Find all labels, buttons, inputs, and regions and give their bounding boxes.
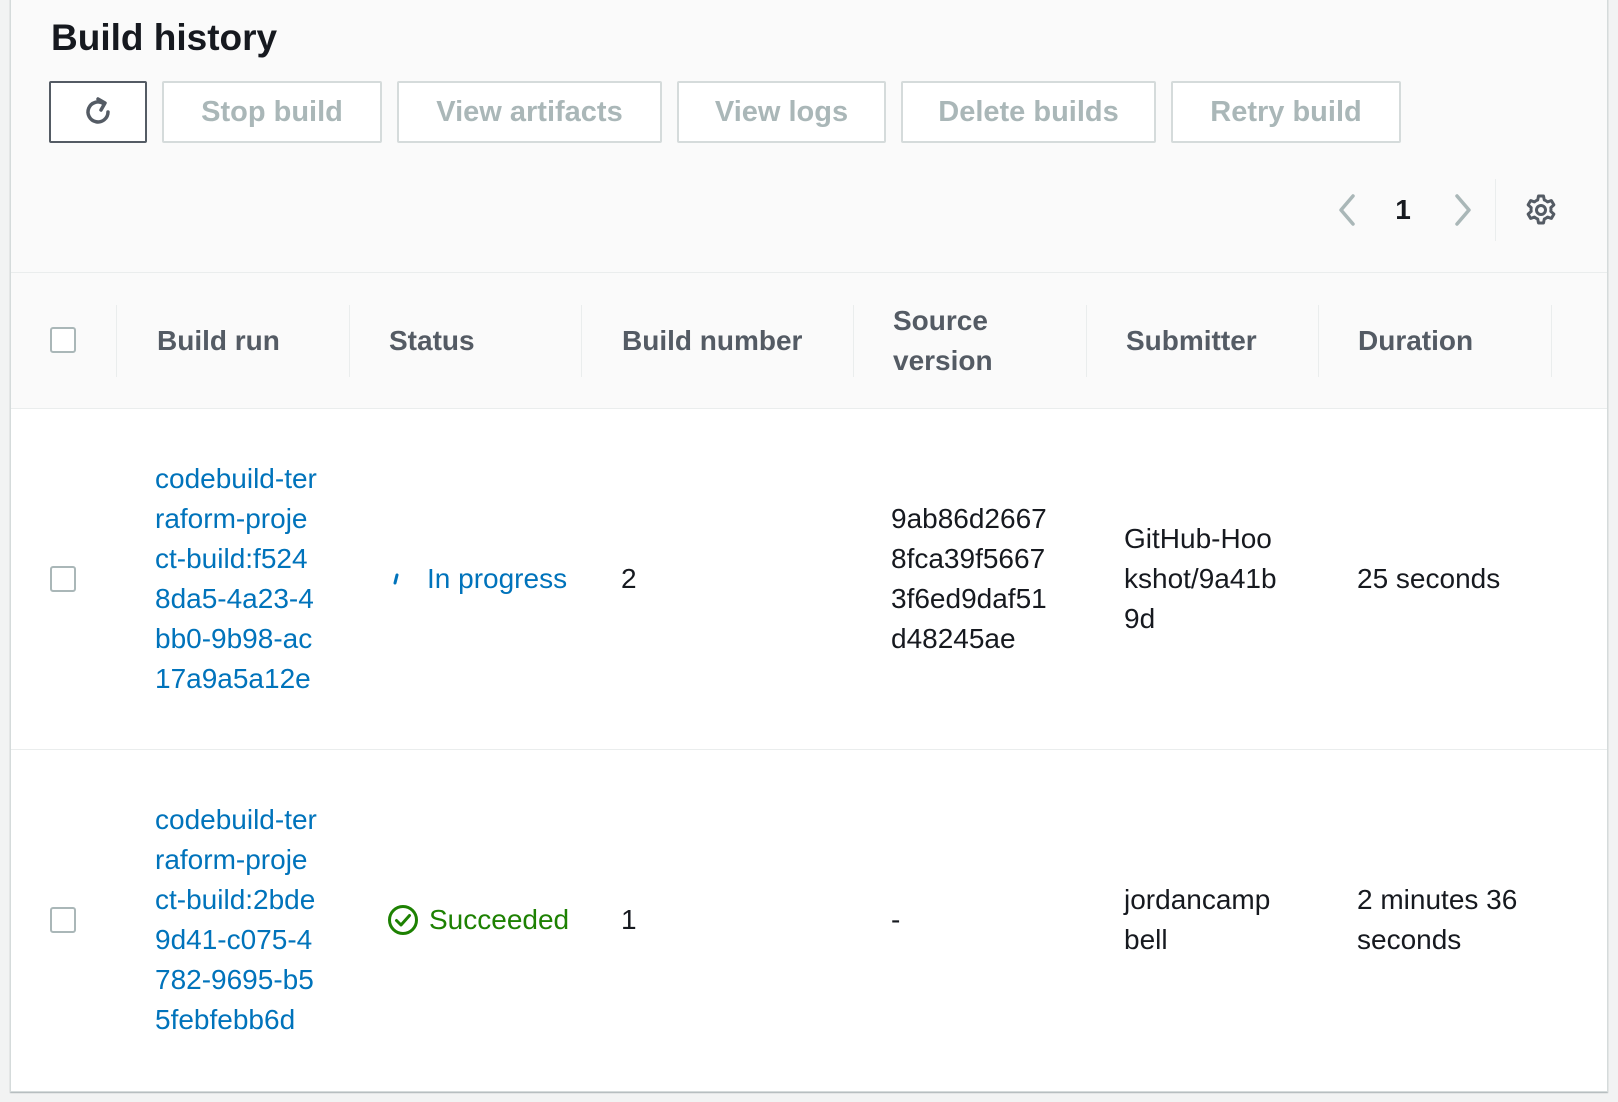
- panel-header: Build history Stop build View artifacts …: [11, 0, 1607, 273]
- current-page[interactable]: 1: [1383, 185, 1423, 235]
- build-run-cell: codebuild-terraform-project-build:2bde9d…: [155, 750, 317, 1090]
- source-version-cell: -: [891, 750, 1051, 1090]
- build-run-cell: codebuild-terraform-project-build:f5248d…: [155, 409, 317, 749]
- stop-build-button[interactable]: Stop build: [162, 81, 382, 143]
- status-text: In progress: [427, 563, 568, 594]
- submitter: jordancampbell: [1124, 884, 1271, 955]
- next-page-button[interactable]: [1443, 185, 1483, 235]
- column-header-duration[interactable]: Duration: [1358, 273, 1558, 408]
- retry-build-button[interactable]: Retry build: [1171, 81, 1401, 143]
- duration-cell: 2 minutes 36 seconds: [1357, 750, 1527, 1090]
- column-divider: [581, 305, 582, 377]
- build-number: 2: [621, 563, 637, 594]
- column-header-submitter[interactable]: Submitter: [1126, 273, 1326, 408]
- spinner-icon: [387, 564, 417, 594]
- build-number-cell: 1: [621, 750, 841, 1090]
- column-divider: [1318, 305, 1319, 377]
- build-run-link[interactable]: codebuild-terraform-project-build:f5248d…: [155, 459, 317, 699]
- build-number: 1: [621, 904, 637, 935]
- refresh-button[interactable]: [49, 81, 147, 143]
- table-row: codebuild-terraform-project-build:2bde9d…: [11, 750, 1607, 1090]
- delete-builds-button[interactable]: Delete builds: [901, 81, 1156, 143]
- source-version: -: [891, 904, 901, 935]
- column-header-status[interactable]: Status: [389, 273, 599, 408]
- prev-page-button[interactable]: [1327, 185, 1367, 235]
- view-artifacts-button[interactable]: View artifacts: [397, 81, 662, 143]
- status-cell: Succeeded: [387, 750, 587, 1090]
- row-checkbox[interactable]: [50, 566, 76, 592]
- column-header-build-number[interactable]: Build number: [622, 273, 862, 408]
- column-header-build-run[interactable]: Build run: [157, 273, 367, 408]
- table-settings-button[interactable]: [1517, 185, 1565, 235]
- column-divider: [853, 305, 854, 377]
- column-divider: [116, 305, 117, 377]
- status-text: Succeeded: [429, 904, 570, 935]
- submitter: GitHub-Hookshot/9a41b9d: [1124, 523, 1277, 634]
- view-logs-button[interactable]: View logs: [677, 81, 886, 143]
- gear-icon: [1523, 192, 1559, 228]
- build-run-link[interactable]: codebuild-terraform-project-build:2bde9d…: [155, 800, 317, 1040]
- source-version: 9ab86d26678fca39f56673f6ed9daf51d48245ae: [891, 503, 1047, 654]
- submitter-cell: jordancampbell: [1124, 750, 1284, 1090]
- row-checkbox[interactable]: [50, 907, 76, 933]
- page-number: 1: [1395, 194, 1411, 225]
- duration: 25 seconds: [1357, 563, 1501, 594]
- table-header: Build run Status Build number Source ver…: [11, 273, 1607, 409]
- duration-cell: 25 seconds: [1357, 409, 1527, 749]
- duration: 2 minutes 36 seconds: [1357, 884, 1518, 955]
- table-row: codebuild-terraform-project-build:f5248d…: [11, 409, 1607, 750]
- status-cell: In progress: [387, 409, 587, 749]
- column-divider: [1551, 305, 1552, 377]
- build-history-panel: Build history Stop build View artifacts …: [10, 0, 1608, 1092]
- column-divider: [1086, 305, 1087, 377]
- build-number-cell: 2: [621, 409, 841, 749]
- chevron-left-icon: [1336, 193, 1358, 227]
- refresh-icon: [81, 95, 115, 129]
- column-header-source-version[interactable]: Source version: [893, 273, 1003, 408]
- select-all-checkbox[interactable]: [50, 327, 76, 353]
- chevron-right-icon: [1452, 193, 1474, 227]
- source-version-cell: 9ab86d26678fca39f56673f6ed9daf51d48245ae: [891, 409, 1051, 749]
- section-title: Build history: [51, 17, 278, 58]
- check-circle-icon: [387, 904, 419, 936]
- column-divider: [349, 305, 350, 377]
- submitter-cell: GitHub-Hookshot/9a41b9d: [1124, 409, 1284, 749]
- pagination-divider: [1495, 179, 1496, 241]
